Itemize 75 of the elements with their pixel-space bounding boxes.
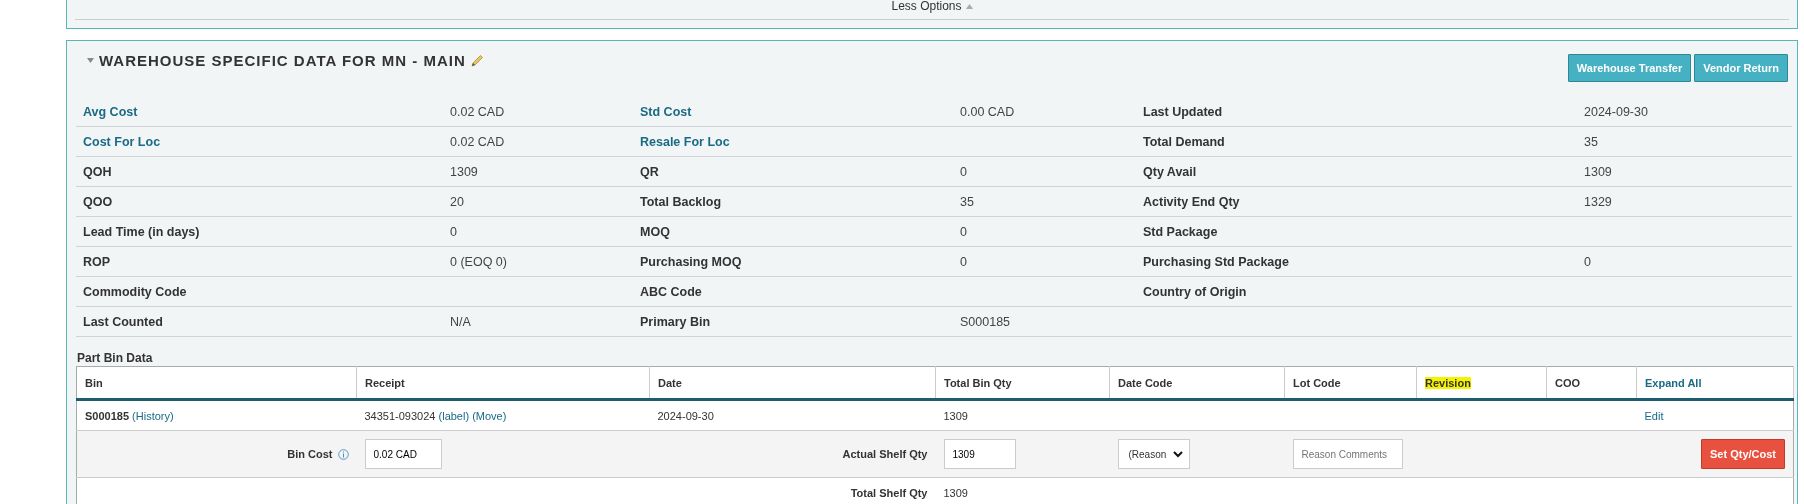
field-value: 1309 <box>1577 157 1792 187</box>
field-value: 1329 <box>1577 187 1792 217</box>
info-icon[interactable] <box>337 448 349 460</box>
shelf-qty-label: Actual Shelf Qty <box>842 448 928 460</box>
field-label: QOO <box>76 187 443 217</box>
field-label: Country of Origin <box>1136 277 1577 307</box>
collapse-caret-icon[interactable] <box>87 57 94 63</box>
field-value: 0.02 CAD <box>443 127 633 157</box>
field-label: QOH <box>76 157 443 187</box>
edit-link[interactable]: Edit <box>1644 409 1664 422</box>
field-value: 0 <box>953 217 1136 247</box>
reason-comments-input[interactable]: Reason Comments <box>1292 439 1403 469</box>
field-label: Purchasing Std Package <box>1136 247 1577 277</box>
field-label: Total Backlog <box>633 187 953 217</box>
bin-cost-input[interactable]: 0.02 CAD <box>364 439 442 469</box>
reason-dropdown[interactable]: (Reason <box>1117 439 1190 469</box>
column-header: Receipt <box>365 376 405 389</box>
field-value: 35 <box>1577 127 1792 157</box>
field-value: 1309 <box>443 157 633 187</box>
field-label: Lead Time (in days) <box>76 217 443 247</box>
receipt-link[interactable]: (label) <box>438 409 470 422</box>
field-label: Primary Bin <box>633 307 953 337</box>
field-label-link[interactable]: Resale For Loc <box>633 127 953 157</box>
column-header: Total Bin Qty <box>944 376 1012 389</box>
table-cell: 2024-09-30 <box>657 409 714 422</box>
field-value: 0 <box>953 157 1136 187</box>
field-label: Last Counted <box>76 307 443 337</box>
field-label: Commodity Code <box>76 277 443 307</box>
field-value: 20 <box>443 187 633 217</box>
field-label-link[interactable]: Std Cost <box>633 97 953 127</box>
column-header: Date <box>658 376 682 389</box>
field-value: 0.00 CAD <box>953 97 1136 127</box>
field-label-link[interactable]: Avg Cost <box>76 97 443 127</box>
field-value: 0 (EOQ 0) <box>443 247 633 277</box>
expand-all-link[interactable]: Expand All <box>1645 376 1702 389</box>
field-label-link[interactable]: Cost For Loc <box>76 127 443 157</box>
field-value: 0 <box>953 247 1136 277</box>
bin-cost-label: Bin Cost <box>287 448 333 460</box>
history-link[interactable]: (History) <box>132 409 174 422</box>
column-header: COO <box>1555 376 1581 389</box>
table-cell: 1309 <box>943 409 968 422</box>
column-header: Date Code <box>1118 376 1173 389</box>
shelf-qty-input[interactable]: 1309 <box>943 439 1016 469</box>
chevron-down-icon <box>1172 450 1183 458</box>
field-value: S000185 <box>953 307 1136 337</box>
field-label: Qty Avail <box>1136 157 1577 187</box>
receipt-number: 34351-093024 <box>364 409 436 422</box>
field-label: Activity End Qty <box>1136 187 1577 217</box>
field-label: Std Package <box>1136 217 1577 247</box>
set-qty-cost-button[interactable]: Set Qty/Cost <box>1701 439 1785 469</box>
field-value: N/A <box>443 307 633 337</box>
field-label: QR <box>633 157 953 187</box>
column-header: Bin <box>85 376 103 389</box>
field-value: 0 <box>1577 247 1792 277</box>
pencil-icon[interactable] <box>470 53 484 67</box>
field-value: 0.02 CAD <box>443 97 633 127</box>
field-value: 0 <box>443 217 633 247</box>
table-title: Part Bin Data <box>77 351 153 365</box>
bin-code: S000185 <box>85 409 130 422</box>
caret-icon[interactable] <box>965 3 973 9</box>
field-label: Last Updated <box>1136 97 1577 127</box>
section-title: WAREHOUSE SPECIFIC DATA FOR MN - MAIN <box>99 51 466 69</box>
field-label: Purchasing MOQ <box>633 247 953 277</box>
total-shelf-qty-label: Total Shelf Qty <box>850 486 928 499</box>
field-value: 35 <box>953 187 1136 217</box>
field-value: 2024-09-30 <box>1577 97 1792 127</box>
field-label: MOQ <box>633 217 953 247</box>
column-header: Revision <box>1425 376 1471 389</box>
field-label: ABC Code <box>633 277 953 307</box>
column-header: Lot Code <box>1293 376 1341 389</box>
total-shelf-qty-value: 1309 <box>943 486 968 499</box>
field-label: ROP <box>76 247 443 277</box>
less-options-toggle[interactable]: Less Options <box>891 0 973 12</box>
field-label: Total Demand <box>1136 127 1577 157</box>
receipt-link[interactable]: (Move) <box>472 409 507 422</box>
